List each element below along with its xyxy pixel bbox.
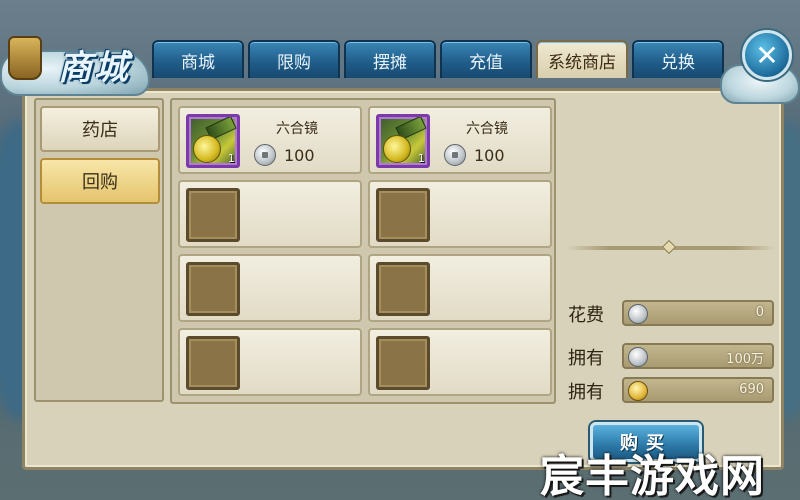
item-quantity: 1 — [228, 152, 235, 165]
tab-limited[interactable]: 限购 — [248, 40, 340, 78]
owned-gold-label: 拥有 — [568, 382, 604, 403]
owned-silver-value: 100万 — [726, 352, 764, 367]
item-slot-empty[interactable] — [178, 180, 362, 248]
silver-coin-icon — [444, 144, 466, 166]
cost-label: 花费 — [568, 305, 604, 326]
item-slot[interactable]: 1 六合镜 100 — [368, 106, 552, 174]
owned-gold-row: 拥有 690 — [566, 377, 776, 403]
tab-system-shop[interactable]: 系统商店 — [536, 40, 628, 78]
sidebar-item-buyback[interactable]: 回购 — [40, 158, 160, 204]
cost-field: 0 — [622, 300, 774, 326]
tab-exchange[interactable]: 兑换 — [632, 40, 724, 78]
tab-stall[interactable]: 摆摊 — [344, 40, 436, 78]
item-slot-empty[interactable] — [178, 328, 362, 396]
tab-mall[interactable]: 商城 — [152, 40, 244, 78]
item-price: 100 — [474, 146, 505, 165]
close-icon: ✕ — [755, 38, 779, 72]
item-price: 100 — [284, 146, 315, 165]
close-button[interactable]: ✕ — [742, 30, 792, 80]
sidebar-item-pharmacy[interactable]: 药店 — [40, 106, 160, 152]
empty-item-frame — [376, 336, 430, 390]
lantern-icon — [8, 36, 42, 80]
item-slot-empty[interactable] — [368, 328, 552, 396]
items-grid: 1 六合镜 100 1 六合镜 100 — [170, 98, 556, 404]
tab-bar: 商城 限购 摆摊 充值 系统商店 兑换 — [152, 40, 724, 80]
gold-coin-icon — [628, 381, 648, 401]
tab-recharge[interactable]: 充值 — [440, 40, 532, 78]
owned-silver-row: 拥有 100万 — [566, 343, 776, 369]
cost-value: 0 — [755, 305, 764, 320]
title-plaque: 商城 — [0, 18, 160, 96]
sidebar: 药店 回购 — [34, 98, 164, 402]
empty-item-frame — [376, 188, 430, 242]
cost-row: 花费 0 — [566, 300, 776, 326]
owned-gold-field: 690 — [622, 377, 774, 403]
item-slot-empty[interactable] — [368, 180, 552, 248]
page-title: 商城 — [58, 48, 130, 88]
owned-silver-label: 拥有 — [568, 348, 604, 369]
silver-coin-icon — [628, 304, 648, 324]
empty-item-frame — [376, 262, 430, 316]
item-name: 六合镜 — [466, 121, 508, 137]
item-quantity: 1 — [418, 152, 425, 165]
silver-coin-icon — [628, 347, 648, 367]
empty-item-frame — [186, 336, 240, 390]
divider — [566, 239, 776, 255]
watermark: 宸丰游戏网 — [540, 451, 765, 500]
item-slot-empty[interactable] — [178, 254, 362, 322]
silver-coin-icon — [254, 144, 276, 166]
item-slot[interactable]: 1 六合镜 100 — [178, 106, 362, 174]
owned-silver-field: 100万 — [622, 343, 774, 369]
item-name: 六合镜 — [276, 121, 318, 137]
owned-gold-value: 690 — [739, 382, 764, 397]
empty-item-frame — [186, 188, 240, 242]
empty-item-frame — [186, 262, 240, 316]
item-slot-empty[interactable] — [368, 254, 552, 322]
